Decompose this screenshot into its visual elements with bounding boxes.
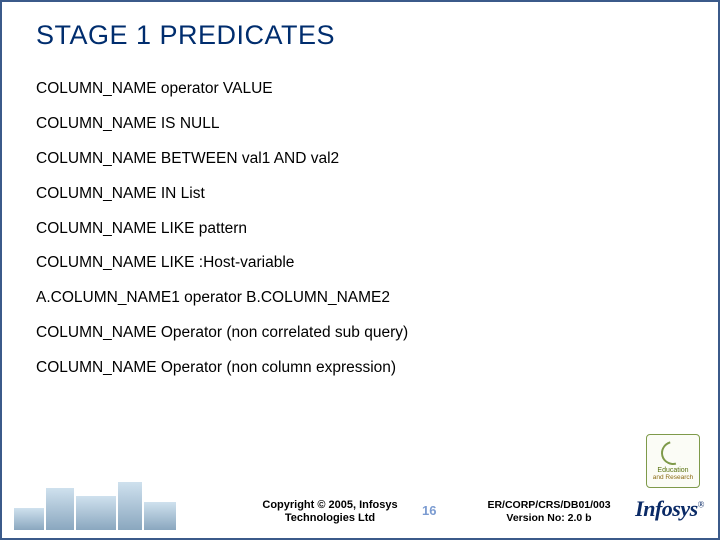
list-item: A.COLUMN_NAME1 operator B.COLUMN_NAME2 — [36, 288, 684, 307]
doc-code-line2: Version No: 2.0 b — [478, 512, 620, 526]
building-icon — [46, 488, 74, 530]
list-item: COLUMN_NAME LIKE pattern — [36, 219, 684, 238]
slide-container: STAGE 1 PREDICATES COLUMN_NAME operator … — [0, 0, 720, 540]
badge-swirl-icon — [657, 437, 690, 470]
building-icon — [14, 508, 44, 530]
footer-buildings-graphic — [14, 474, 180, 530]
copyright-block: Copyright © 2005, Infosys Technologies L… — [250, 499, 410, 527]
list-item: COLUMN_NAME LIKE :Host-variable — [36, 253, 684, 272]
doc-code-block: ER/CORP/CRS/DB01/003 Version No: 2.0 b — [478, 499, 620, 526]
list-item: COLUMN_NAME operator VALUE — [36, 79, 684, 98]
registered-mark: ® — [698, 500, 704, 510]
building-icon — [76, 496, 116, 530]
slide-footer: Copyright © 2005, Infosys Technologies L… — [2, 466, 718, 538]
list-item: COLUMN_NAME BETWEEN val1 AND val2 — [36, 149, 684, 168]
infosys-logo: Infosys® — [635, 496, 704, 522]
list-item: COLUMN_NAME Operator (non column express… — [36, 358, 684, 377]
list-item: COLUMN_NAME Operator (non correlated sub… — [36, 323, 684, 342]
doc-code-line1: ER/CORP/CRS/DB01/003 — [478, 499, 620, 513]
building-icon — [144, 502, 176, 530]
predicate-list: COLUMN_NAME operator VALUE COLUMN_NAME I… — [36, 79, 684, 377]
list-item: COLUMN_NAME IS NULL — [36, 114, 684, 133]
page-number: 16 — [422, 503, 436, 518]
infosys-logo-text: Infosys — [635, 496, 698, 521]
copyright-line2: Technologies Ltd — [250, 512, 410, 526]
slide-title: STAGE 1 PREDICATES — [36, 20, 684, 51]
building-icon — [118, 482, 142, 530]
list-item: COLUMN_NAME IN List — [36, 184, 684, 203]
copyright-line1: Copyright © 2005, Infosys — [250, 499, 410, 513]
